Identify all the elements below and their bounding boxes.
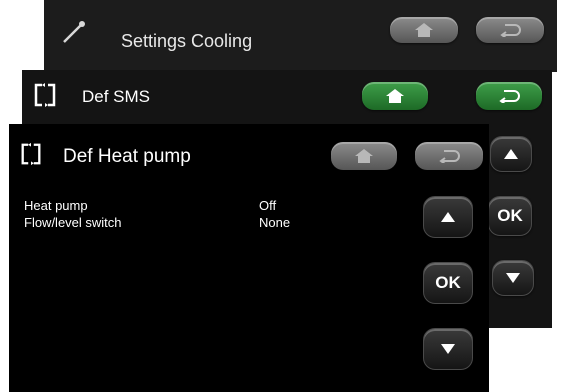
back-button[interactable] — [415, 142, 483, 170]
def-heat-pump-panel: Def Heat pump Heat pump Off Flow/level s… — [9, 124, 489, 392]
home-button[interactable] — [390, 17, 458, 43]
page-title: Settings Cooling — [121, 31, 253, 51]
down-arrow-icon — [441, 344, 455, 354]
page-title: Def Heat pump — [63, 146, 191, 167]
ok-button[interactable]: OK — [423, 262, 473, 304]
page-title: Def SMS — [82, 87, 151, 106]
setting-value: Off — [259, 198, 277, 213]
up-button[interactable] — [490, 136, 532, 172]
down-button[interactable] — [423, 328, 473, 370]
setting-row-flow-level-switch[interactable]: Flow/level switch None — [24, 215, 324, 231]
up-button[interactable] — [423, 196, 473, 238]
wrench-icon — [63, 21, 85, 43]
ok-label: OK — [435, 273, 461, 292]
refresh-icon — [34, 83, 56, 107]
home-button[interactable] — [362, 82, 428, 110]
setting-label: Flow/level switch — [24, 215, 122, 230]
home-icon — [415, 23, 433, 37]
back-icon — [500, 24, 521, 37]
up-arrow-icon — [441, 212, 455, 222]
home-icon — [355, 149, 373, 163]
back-icon — [439, 150, 460, 163]
back-button[interactable] — [476, 82, 542, 110]
home-button[interactable] — [331, 142, 397, 170]
setting-value: None — [259, 215, 291, 230]
ok-label: OK — [497, 206, 523, 225]
down-button[interactable] — [492, 260, 534, 296]
settings-cooling-panel: Settings Cooling — [44, 0, 557, 72]
ok-button[interactable]: OK — [488, 196, 532, 236]
up-arrow-icon — [504, 149, 518, 159]
setting-label: Heat pump — [24, 198, 88, 213]
down-arrow-icon — [506, 273, 520, 283]
home-icon — [386, 89, 404, 103]
back-icon — [499, 90, 520, 103]
refresh-icon — [21, 142, 41, 166]
back-button[interactable] — [476, 17, 544, 43]
setting-row-heat-pump[interactable]: Heat pump Off — [24, 198, 324, 214]
